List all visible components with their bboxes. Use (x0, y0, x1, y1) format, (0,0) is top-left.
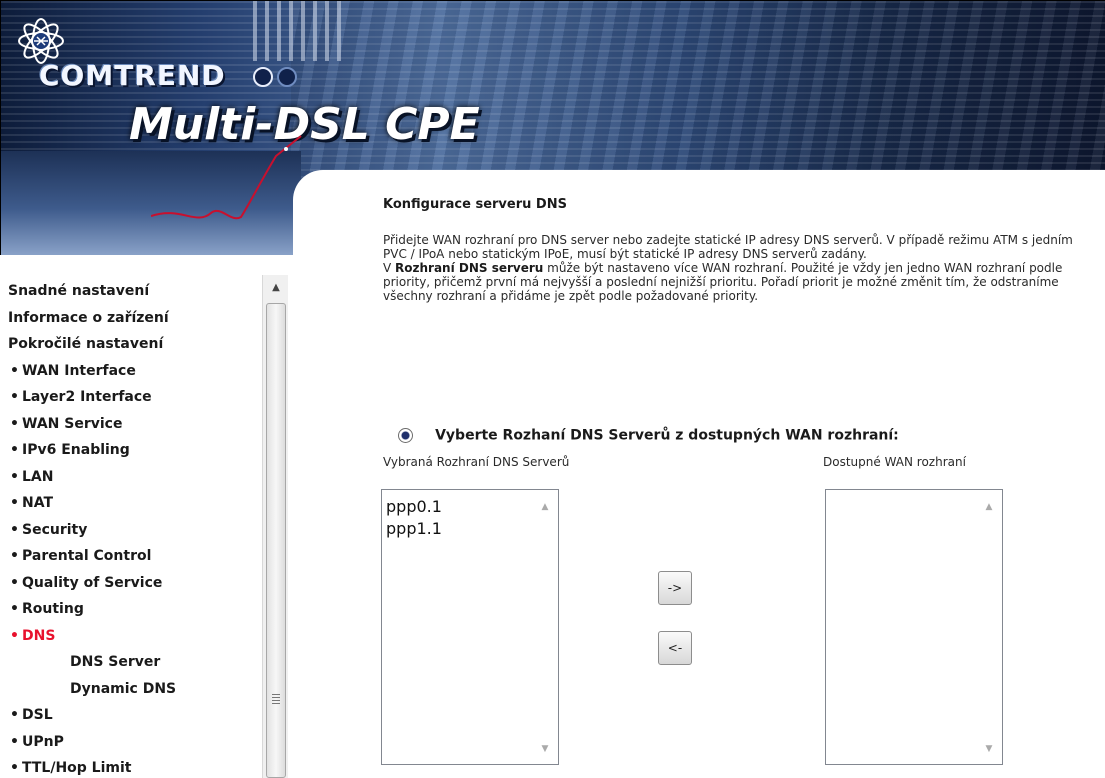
sidebar-item-upnp[interactable]: • UPnP (8, 729, 258, 756)
selected-interfaces-label: Vybraná Rozhraní DNS Serverů (383, 455, 570, 469)
sidebar-item-dns[interactable]: • DNS (8, 623, 258, 650)
desc-bold-term: Rozhraní DNS serveru (395, 261, 544, 275)
bullet-icon: • (10, 627, 19, 644)
sidebar-item-wan-service[interactable]: • WAN Service (8, 411, 258, 438)
sidebar-item-label: Snadné nastavení (8, 283, 150, 299)
sidebar-menu: Snadné nastavení Informace o zařízení Pokr… (8, 278, 258, 778)
bullet-icon: • (10, 468, 19, 485)
sidebar-item-label: DSL (22, 707, 53, 723)
sidebar-item-label: DNS Server (70, 654, 161, 670)
move-right-button[interactable]: -> (658, 571, 692, 605)
sidebar-item-pokro-il-nastaven[interactable]: Pokročilé nastavení (8, 331, 258, 358)
sidebar-item-dns-server[interactable]: DNS Server (8, 649, 258, 676)
bullet-icon: • (10, 521, 19, 538)
sidebar-item-wan-interface[interactable]: • WAN Interface (8, 358, 258, 385)
scroll-down-icon[interactable]: ▼ (532, 744, 558, 754)
main-content: Konfigurace serveru DNS Přidejte WAN roz… (383, 195, 1098, 303)
bullet-icon: • (10, 601, 19, 617)
scroll-up-icon[interactable]: ▲ (532, 502, 558, 512)
bullet-icon: • (10, 362, 19, 379)
bullet-icon: • (10, 574, 19, 591)
sidebar-item-lan[interactable]: • LAN (8, 464, 258, 491)
sidebar-item-label: Quality of Service (22, 574, 163, 591)
page-title: Konfigurace serveru DNS (383, 197, 567, 212)
sidebar-item-informace-o-za-zen[interactable]: Informace o zařízení (8, 305, 258, 332)
signal-swoosh (151, 135, 302, 220)
sidebar-item-snadn-nastaven[interactable]: Snadné nastavení (8, 278, 258, 305)
bullet-icon: • (10, 442, 19, 458)
sidebar-item-dynamic-dns[interactable]: Dynamic DNS (8, 676, 258, 703)
brand-dots (253, 67, 301, 91)
sidebar-item-label: NAT (22, 495, 54, 511)
sidebar-item-layer2-interface[interactable]: • Layer2 Interface (8, 384, 258, 411)
scroll-down-icon[interactable]: ▼ (976, 744, 1002, 754)
description-paragraph-1: Přidejte WAN rozhraní pro DNS server neb… (383, 233, 1073, 261)
scroll-up-icon[interactable]: ▲ (976, 502, 1002, 512)
sidebar-item-label: Routing (22, 601, 84, 617)
move-left-button[interactable]: <- (658, 631, 692, 665)
sidebar-item-label: LAN (22, 468, 54, 485)
interface-select-radio[interactable] (398, 428, 413, 443)
bullet-icon: • (10, 760, 19, 776)
sidebar-item-label: TTL/Hop Limit (22, 760, 132, 776)
sidebar: Snadné nastavení Informace o zařízení Pokr… (0, 255, 293, 778)
bullet-icon: • (10, 495, 19, 511)
scroll-up-icon[interactable]: ▲ (263, 275, 289, 301)
bullet-icon: • (10, 707, 19, 723)
listbox-scrollbar[interactable]: ▲ ▼ (976, 490, 1002, 764)
sidebar-item-label: Dynamic DNS (70, 680, 177, 697)
sidebar-item-label: Layer2 Interface (22, 389, 152, 405)
sidebar-item-label: Parental Control (22, 548, 152, 564)
listbox-scrollbar[interactable]: ▲ ▼ (532, 490, 558, 764)
selected-interfaces-listbox[interactable]: ppp0.1 ppp1.1 ▲ ▼ (381, 489, 559, 765)
brand-name: COMTREND (39, 59, 226, 92)
sidebar-item-label: DNS (22, 627, 56, 644)
sidebar-item-parental-control[interactable]: • Parental Control (8, 543, 258, 570)
bullet-icon: • (10, 733, 19, 750)
sidebar-item-label: WAN Interface (22, 362, 136, 379)
desc-prefix: V (383, 261, 396, 275)
sidebar-item-routing[interactable]: • Routing (8, 596, 258, 623)
sidebar-item-label: Security (22, 521, 88, 538)
bullet-icon: • (10, 548, 19, 564)
description: Přidejte WAN rozhraní pro DNS server neb… (383, 233, 1098, 303)
sidebar-item-ipv6-enabling[interactable]: • IPv6 Enabling (8, 437, 258, 464)
interface-select-radio-label: Vyberte Rozhaní DNS Serverů z dostupných… (435, 427, 899, 444)
sidebar-item-label: WAN Service (22, 415, 123, 432)
sidebar-item-dsl[interactable]: • DSL (8, 702, 258, 729)
scrollbar-grip-icon (272, 694, 280, 704)
sidebar-item-label: Informace o zařízení (8, 309, 169, 326)
description-paragraph-2: V Rozhraní DNS serveru může být nastaven… (383, 261, 1098, 303)
available-interfaces-label: Dostupné WAN rozhraní (823, 455, 966, 469)
sidebar-item-label: Pokročilé nastavení (8, 336, 164, 352)
scrollbar-thumb[interactable] (266, 303, 286, 778)
bullet-icon: • (10, 389, 19, 405)
sidebar-item-ttl-hop-limit[interactable]: • TTL/Hop Limit (8, 755, 258, 778)
sidebar-item-quality-of-service[interactable]: • Quality of Service (8, 570, 258, 597)
available-interfaces-listbox[interactable]: ▲ ▼ (825, 489, 1003, 765)
sidebar-item-label: UPnP (22, 733, 64, 750)
sidebar-item-nat[interactable]: • NAT (8, 490, 258, 517)
bullet-icon: • (10, 415, 19, 432)
banner-bars (253, 1, 343, 61)
sidebar-item-security[interactable]: • Security (8, 517, 258, 544)
sidebar-scrollbar[interactable]: ▲ (262, 275, 288, 778)
interface-select-radio-row[interactable]: Vyberte Rozhaní DNS Serverů z dostupných… (398, 425, 899, 444)
sidebar-item-label: IPv6 Enabling (22, 442, 130, 458)
